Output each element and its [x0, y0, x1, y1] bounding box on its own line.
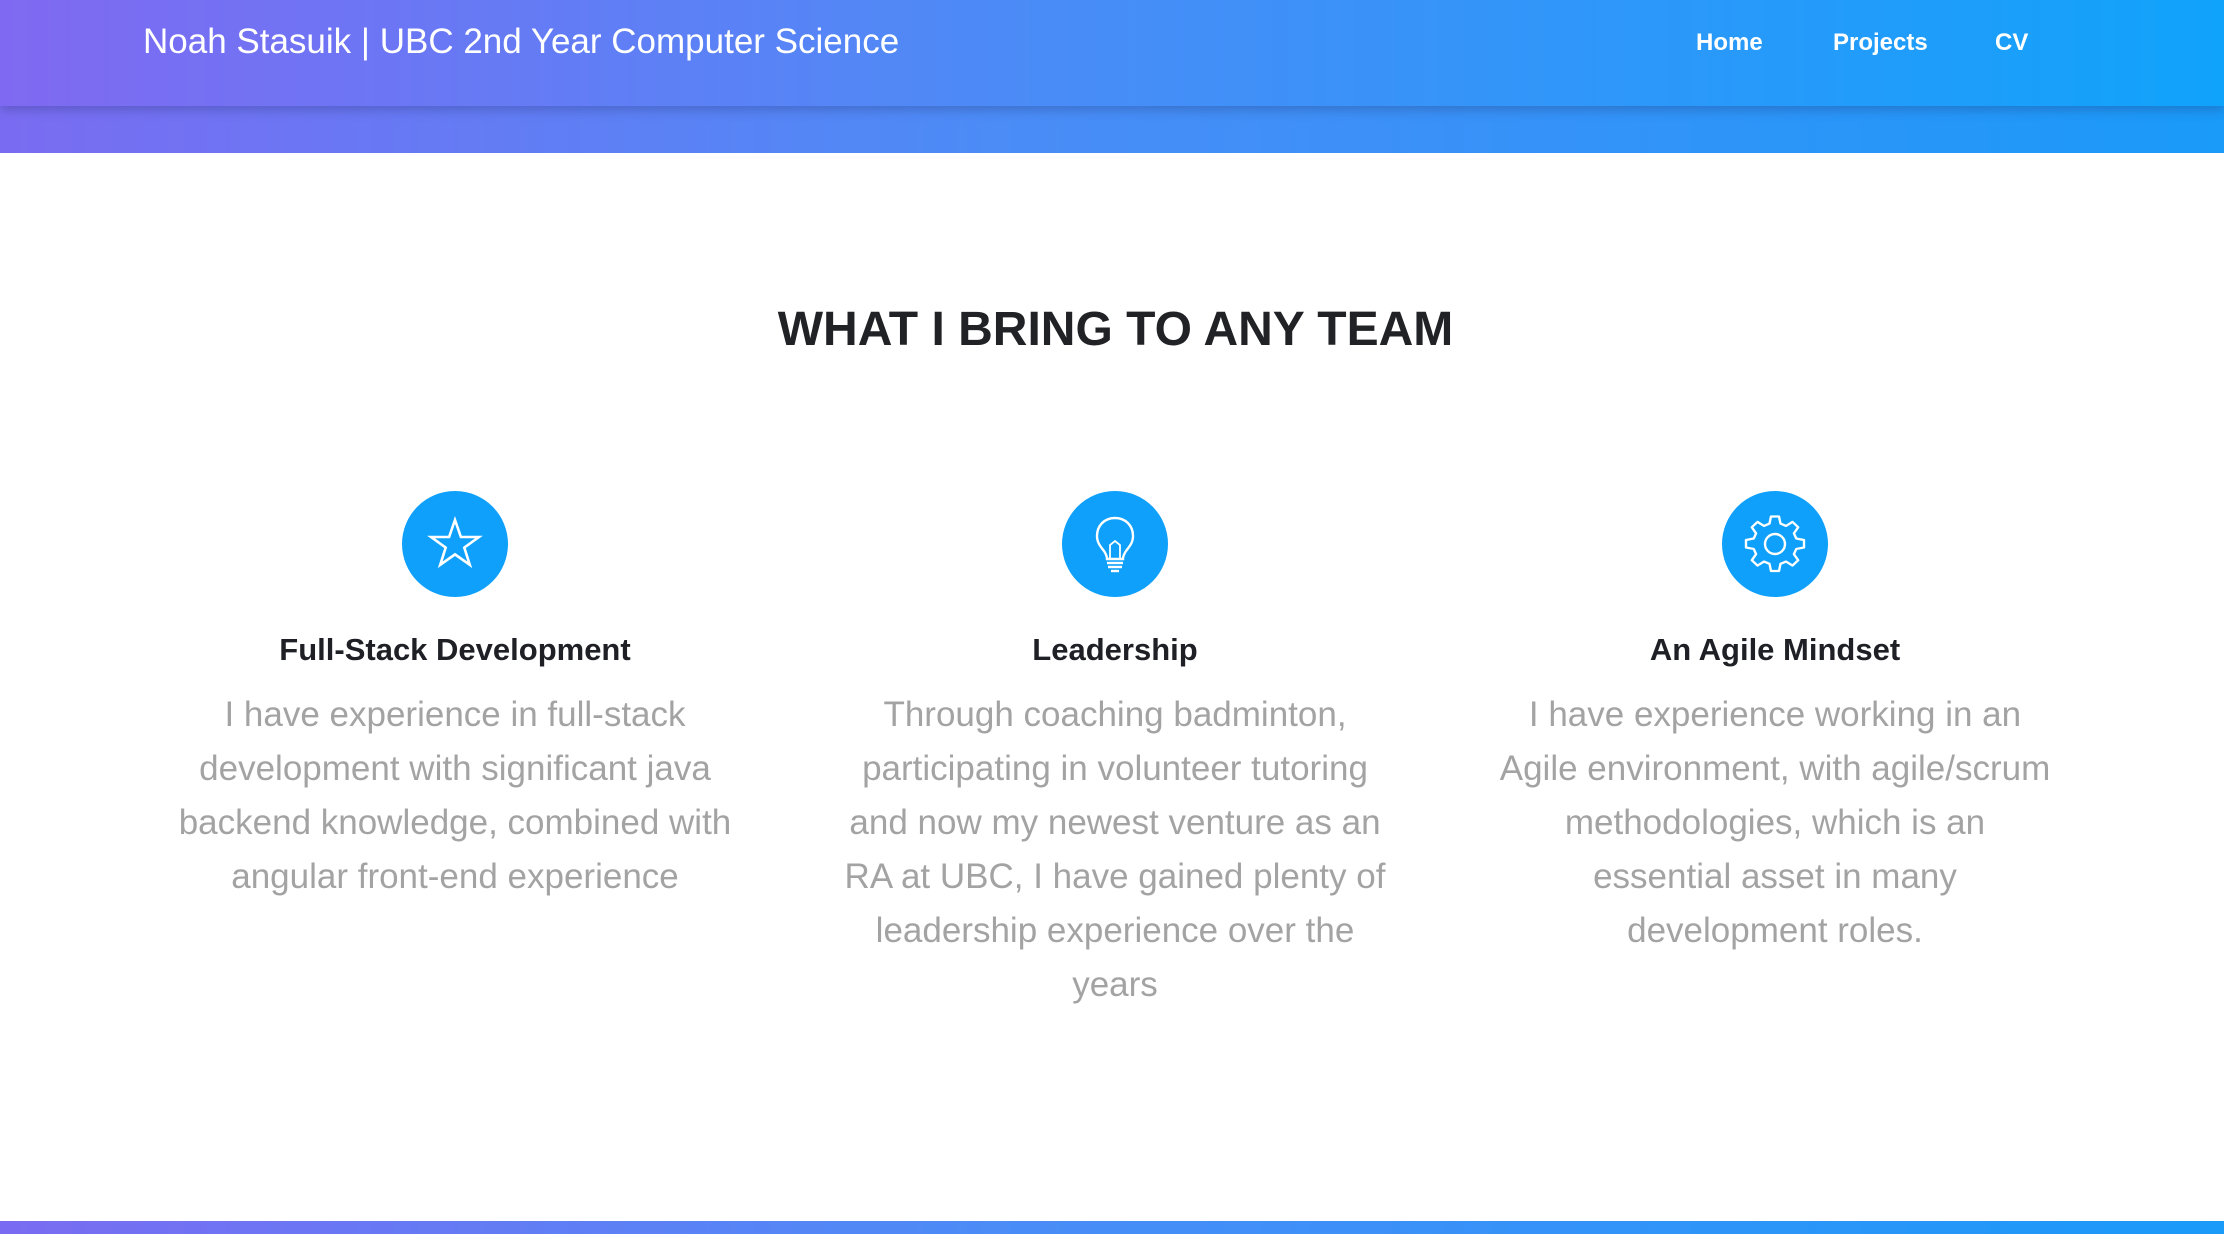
nav-projects-link[interactable]: Projects	[1833, 29, 1928, 57]
feature-card-leadership: Leadership Through coaching badminton, p…	[825, 491, 1405, 1012]
site-brand-link[interactable]: Noah Stasuik | UBC 2nd Year Computer Sci…	[143, 22, 899, 62]
feature-title: Leadership	[1032, 632, 1198, 667]
nav-cv-link[interactable]: CV	[1995, 29, 2028, 57]
section-title: WHAT I BRING TO ANY TEAM	[777, 303, 1454, 356]
feature-card-fullstack: Full-Stack Development I have experience…	[165, 491, 745, 904]
top-navbar: Noah Stasuik | UBC 2nd Year Computer Sci…	[0, 0, 2224, 106]
footer-gradient-bar	[0, 1221, 2224, 1234]
feature-card-agile: An Agile Mindset I have experience worki…	[1485, 491, 2065, 958]
star-icon	[402, 491, 508, 597]
lightbulb-icon	[1062, 491, 1168, 597]
nav-home-link[interactable]: Home	[1696, 29, 1763, 57]
feature-title: Full-Stack Development	[279, 632, 631, 667]
feature-title: An Agile Mindset	[1649, 632, 1901, 667]
gear-icon	[1722, 491, 1828, 597]
feature-description: Through coaching badminton, participatin…	[844, 695, 1386, 1004]
feature-description: I have experience in full-stack developm…	[178, 695, 732, 896]
feature-description: I have experience working in an Agile en…	[1499, 695, 2051, 950]
